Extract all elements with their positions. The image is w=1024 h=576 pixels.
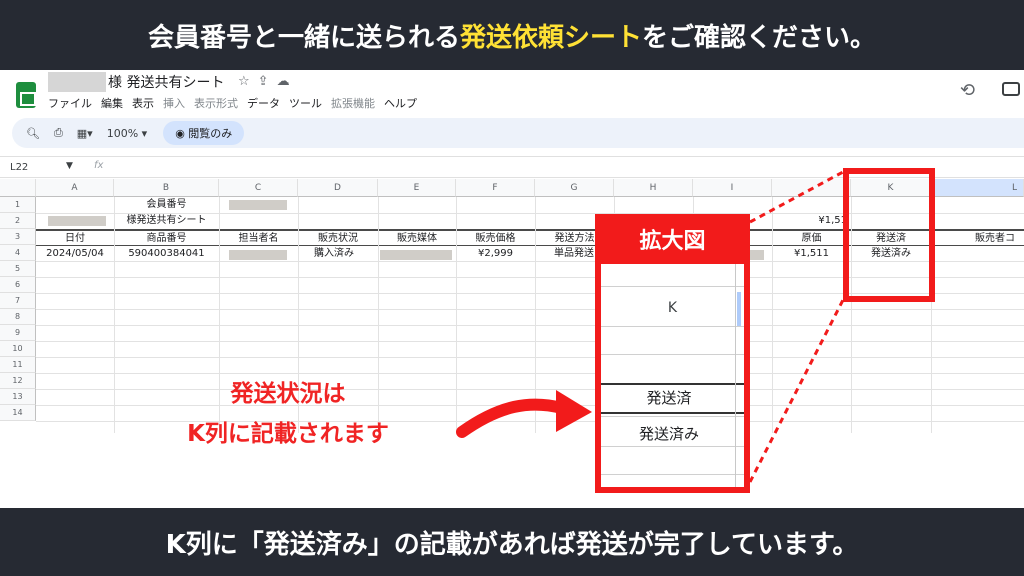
document-title[interactable]: 様 発送共有シート: [108, 72, 224, 92]
cell-f4[interactable]: ¥2,999: [456, 246, 535, 262]
menu-format[interactable]: 表示形式: [194, 95, 238, 111]
header-date[interactable]: 日付: [36, 231, 114, 247]
cell-b1[interactable]: 会員番号: [114, 197, 219, 213]
banner-highlight: 発送依頼シート: [459, 22, 642, 53]
col-header-c[interactable]: C: [219, 179, 298, 197]
corner-cell[interactable]: [0, 179, 36, 197]
row-header[interactable]: 5: [0, 261, 36, 277]
annotation-line1: 発送状況は: [230, 381, 346, 407]
cell-a4[interactable]: 2024/05/04: [36, 246, 114, 262]
zoom-callout: 拡大図 K 発送済 発送済み: [595, 214, 750, 493]
move-icon: ⇪: [257, 74, 277, 89]
banner-text-before: 会員番号と一緒に送られる: [147, 22, 460, 53]
bottom-banner-text: K列に「発送済み」の記載があれば発送が完了しています。: [165, 529, 859, 560]
menu-file[interactable]: ファイル: [48, 95, 92, 111]
fx-icon: fx: [94, 160, 104, 171]
sheets-logo-icon[interactable]: [16, 82, 36, 108]
row-header[interactable]: 14: [0, 405, 36, 421]
row-header[interactable]: 9: [0, 325, 36, 341]
menu-insert[interactable]: 挿入: [163, 95, 185, 111]
row-header[interactable]: 1: [0, 197, 36, 213]
col-header-b[interactable]: B: [114, 179, 219, 197]
zoom-value-shipped: 発送済み: [638, 425, 699, 443]
col-header-l[interactable]: L: [931, 179, 1024, 197]
k-column-highlight: [843, 168, 935, 302]
zoom-title: 拡大図: [601, 220, 744, 264]
row-header[interactable]: 10: [0, 341, 36, 357]
name-box[interactable]: L22: [10, 162, 28, 173]
view-only-button[interactable]: ◉ 閲覧のみ: [163, 121, 245, 145]
paint-format-icon[interactable]: ▦▾: [77, 127, 93, 140]
header-product-no[interactable]: 商品番号: [114, 231, 219, 247]
row-header[interactable]: 6: [0, 277, 36, 293]
row-header[interactable]: 3: [0, 229, 36, 245]
menu-extensions[interactable]: 拡張機能: [331, 95, 375, 111]
menu-bar: ファイル 編集 表示 挿入 表示形式 データ ツール 拡張機能 ヘルプ: [48, 95, 417, 111]
redacted-cell: [748, 250, 764, 260]
video-icon[interactable]: [1002, 82, 1020, 96]
header-cost[interactable]: 原価: [772, 231, 851, 247]
zoom-value: 100%: [106, 126, 139, 140]
chevron-down-icon[interactable]: ▼: [66, 161, 73, 171]
cell-b2[interactable]: 様発送共有シート: [114, 213, 219, 229]
toolbar: 🔍︎ ⎙ ▦▾ 100% ▾ ◉ 閲覧のみ: [12, 118, 1024, 148]
col-header-f[interactable]: F: [456, 179, 535, 197]
title-icons[interactable]: ☆⇪☁: [238, 74, 298, 89]
cloud-icon: ☁: [276, 74, 298, 89]
col-header-i[interactable]: I: [693, 179, 772, 197]
annotation-line2: K列に記載されます: [187, 421, 389, 447]
redacted-cell: [229, 250, 287, 260]
eye-icon: ◉: [175, 127, 189, 140]
bottom-banner: K列に「発送済み」の記載があれば発送が完了しています。: [0, 508, 1024, 576]
history-icon[interactable]: ⟲: [960, 80, 975, 101]
redacted-name: [48, 72, 106, 92]
header-staff[interactable]: 担当者名: [219, 231, 298, 247]
menu-edit[interactable]: 編集: [101, 95, 123, 111]
row-header[interactable]: 4: [0, 245, 36, 261]
cell-b4[interactable]: 590400384041: [114, 246, 219, 262]
header-seller[interactable]: 販売者コ: [975, 231, 1024, 247]
header-price[interactable]: 販売価格: [456, 231, 535, 247]
menu-tools[interactable]: ツール: [289, 95, 322, 111]
menu-help[interactable]: ヘルプ: [384, 95, 417, 111]
cell-j2[interactable]: ¥1,51: [772, 213, 851, 229]
menu-view[interactable]: 表示: [132, 95, 154, 111]
col-header-e[interactable]: E: [378, 179, 456, 197]
row-header[interactable]: 8: [0, 309, 36, 325]
col-header-g[interactable]: G: [535, 179, 614, 197]
zoom-column-selection: [737, 292, 741, 326]
col-header-a[interactable]: A: [36, 179, 114, 197]
cell-d4[interactable]: 購入済み: [298, 246, 378, 262]
zoom-column-label: K: [601, 290, 744, 326]
view-only-label: 閲覧のみ: [188, 127, 233, 140]
header-sales-status[interactable]: 販売状況: [298, 231, 378, 247]
cell-j4[interactable]: ¥1,511: [772, 246, 851, 262]
row-header[interactable]: 2: [0, 213, 36, 229]
search-icon[interactable]: 🔍︎: [26, 127, 40, 140]
top-banner: 会員番号と一緒に送られる 発送依頼シート をご確認ください。: [0, 0, 1024, 70]
menu-data[interactable]: データ: [247, 95, 280, 111]
redacted-cell: [229, 200, 287, 210]
redacted-cell: [380, 250, 452, 260]
zoom-select[interactable]: 100% ▾: [107, 127, 147, 140]
redacted-cell: [48, 216, 106, 226]
row-header[interactable]: 11: [0, 357, 36, 373]
col-header-j[interactable]: [772, 179, 851, 197]
star-icon: ☆: [238, 74, 258, 89]
row-header[interactable]: 13: [0, 389, 36, 405]
col-header-d[interactable]: D: [298, 179, 378, 197]
col-header-h[interactable]: H: [614, 179, 693, 197]
row-header[interactable]: 12: [0, 373, 36, 389]
print-icon[interactable]: ⎙: [54, 126, 63, 140]
zoom-header-shipped: 発送済: [646, 389, 692, 407]
banner-text-after: をご確認ください。: [642, 22, 877, 53]
row-header[interactable]: 7: [0, 293, 36, 309]
header-sales-medium[interactable]: 販売媒体: [378, 231, 456, 247]
